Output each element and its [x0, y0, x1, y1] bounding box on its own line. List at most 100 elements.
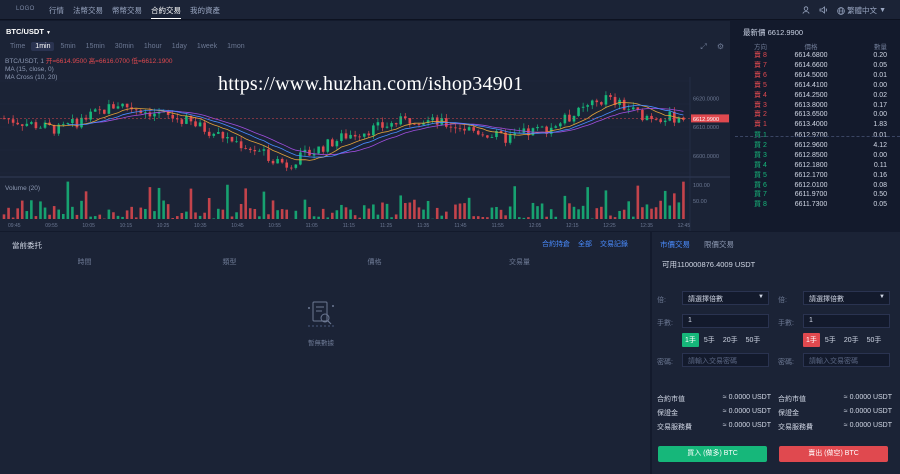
interval-1mon[interactable]: 1mon: [223, 42, 249, 51]
candle-body: [244, 148, 247, 149]
volume-bar: [595, 208, 599, 219]
ask-row[interactable]: 賣 2 6613.6500 0.00: [735, 110, 900, 120]
time-axis-label: 10:45: [231, 223, 244, 229]
candle-body: [595, 100, 599, 103]
sell-short-button[interactable]: 賣出 (做空) BTC: [779, 446, 888, 462]
ask-direction: 賣 8: [754, 52, 767, 59]
volume-bar: [458, 203, 462, 219]
volume-bar: [11, 217, 15, 219]
volume-bar: [98, 214, 102, 219]
lot-option-20[interactable]: 20手: [841, 333, 862, 347]
leverage-select[interactable]: 請選擇倍數 ▼: [803, 291, 890, 305]
nav-fiat-trading[interactable]: 法幣交易: [73, 5, 103, 16]
tab-market-order[interactable]: 市價交易: [660, 239, 690, 250]
password-label: 密碼:: [778, 359, 794, 366]
lot-option-50[interactable]: 50手: [743, 333, 764, 347]
link-trade-history[interactable]: 交易記錄: [600, 239, 628, 249]
price-axis-label: 6620.0000: [693, 96, 719, 102]
leverage-select[interactable]: 請選擇倍數 ▼: [682, 291, 769, 305]
bid-row[interactable]: 買 7 6611.9700 0.50: [735, 190, 900, 200]
ask-row[interactable]: 賣 7 6614.6600 0.05: [735, 61, 900, 71]
bid-row[interactable]: 買 8 6611.7300 0.05: [735, 200, 900, 210]
candle-body: [248, 148, 252, 150]
chart-legend: BTC/USDT, 1 开=6614.9500 高=6616.0700 低=66…: [5, 58, 173, 82]
bid-direction: 買 2: [754, 141, 767, 149]
volume-bar: [153, 211, 156, 219]
stat-fee: 交易服務費 ≈ 0.0000 USDT: [778, 422, 892, 432]
interval-5min[interactable]: 5min: [56, 42, 79, 51]
lot-option-50[interactable]: 50手: [864, 333, 885, 347]
bid-row[interactable]: 買 5 6612.1700 0.16: [735, 171, 900, 181]
ask-row[interactable]: 賣 5 6614.4100 0.00: [735, 81, 900, 91]
ask-row[interactable]: 賣 4 6614.2500 0.02: [735, 91, 900, 101]
ask-quantity: 0.00: [873, 111, 887, 119]
bid-quantity: 0.00: [873, 151, 887, 159]
candle-body: [340, 133, 343, 142]
lot-option-5[interactable]: 5手: [701, 333, 718, 347]
nav-my-assets[interactable]: 我的資產: [190, 5, 220, 16]
interval-time[interactable]: Time: [6, 42, 29, 51]
interval-1min[interactable]: 1min: [31, 42, 55, 51]
volume-bar: [645, 204, 649, 219]
lot-option-20[interactable]: 20手: [720, 333, 741, 347]
fullscreen-icon[interactable]: ⤢: [700, 42, 706, 52]
ask-row[interactable]: 賣 3 6613.8000 0.17: [735, 101, 900, 111]
lot-option-5[interactable]: 5手: [822, 333, 839, 347]
volume-bar: [572, 206, 576, 219]
interval-1week[interactable]: 1week: [193, 42, 221, 51]
candlestick-chart[interactable]: 6612.9900 6620.0000 6610.0000 6600.0000 100.…: [0, 77, 730, 231]
volume-bar: [34, 216, 38, 219]
candle-body: [180, 119, 184, 124]
interval-1hour[interactable]: 1hour: [140, 42, 166, 51]
volume-bar: [609, 215, 612, 219]
lots-input[interactable]: 1: [682, 314, 769, 328]
candle-body: [454, 127, 457, 129]
link-positions[interactable]: 合約持倉: [542, 239, 570, 249]
candle-body: [622, 99, 626, 110]
nav-coin-trading[interactable]: 幣幣交易: [112, 5, 142, 16]
candle-body: [16, 122, 19, 125]
bid-row[interactable]: 買 2 6612.9600 4.12: [735, 141, 900, 151]
interval-15min[interactable]: 15min: [82, 42, 109, 51]
candle-body: [93, 109, 97, 112]
stat-margin: 保證金 ≈ 0.0000 USDT: [778, 408, 892, 418]
bid-row[interactable]: 買 6 6612.0100 0.08: [735, 181, 900, 191]
leverage-label: 倍:: [657, 297, 666, 304]
interval-1day[interactable]: 1day: [168, 42, 191, 51]
ask-row[interactable]: 賣 8 6614.6800 0.20: [735, 51, 900, 61]
password-placeholder: 請輸入交易密碼: [688, 358, 737, 365]
user-icon[interactable]: [802, 5, 810, 16]
trade-password-input[interactable]: 請輸入交易密碼: [682, 353, 769, 367]
volume-bar: [303, 199, 307, 219]
lot-option-1[interactable]: 1手: [682, 333, 699, 347]
bid-direction: 買 5: [754, 171, 767, 179]
candle-body: [362, 133, 366, 137]
buy-long-button[interactable]: 買入 (做多) BTC: [658, 446, 767, 462]
volume-bar: [217, 208, 220, 219]
interval-30min[interactable]: 30min: [111, 42, 138, 51]
link-all[interactable]: 全部: [578, 239, 592, 249]
tab-limit-order[interactable]: 限價交易: [704, 239, 734, 250]
stat-value: ≈ 0.0000 USDT: [722, 408, 771, 415]
settings-gear-icon[interactable]: ⚙: [717, 42, 724, 52]
bid-row[interactable]: 買 3 6612.8500 0.00: [735, 151, 900, 161]
language-selector[interactable]: 繁體中文 ▼: [837, 5, 886, 16]
ask-row[interactable]: 賣 1 6613.4000 1.83: [735, 120, 900, 130]
volume-bar: [66, 181, 70, 219]
leverage-value: 請選擇倍數: [809, 296, 844, 303]
symbol-selector[interactable]: BTC/USDT ▼: [6, 27, 51, 36]
nav-contract-trading[interactable]: 合約交易: [151, 5, 181, 19]
lot-option-1[interactable]: 1手: [803, 333, 820, 347]
candle-body: [403, 116, 407, 119]
candle-body: [125, 103, 129, 108]
trade-password-input[interactable]: 請輸入交易密碼: [803, 353, 890, 367]
candle-body: [458, 128, 462, 130]
time-axis-label: 11:45: [454, 223, 466, 229]
speaker-icon[interactable]: [819, 5, 828, 16]
volume-bar: [636, 185, 640, 219]
nav-market[interactable]: 行情: [49, 5, 64, 16]
ask-row[interactable]: 賣 6 6614.5000 0.01: [735, 71, 900, 81]
bid-row[interactable]: 買 4 6612.1800 0.11: [735, 161, 900, 171]
volume-bar: [84, 191, 88, 219]
lots-input[interactable]: 1: [803, 314, 890, 328]
